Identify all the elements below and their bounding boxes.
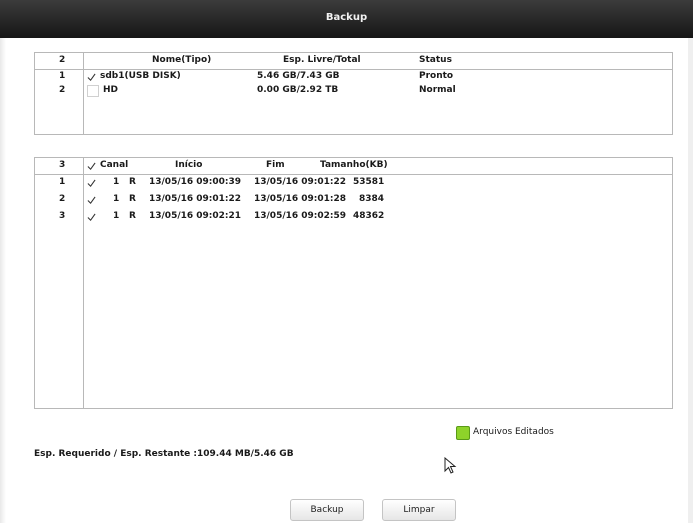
device-count-header: 2 bbox=[59, 55, 66, 65]
row-index: 3 bbox=[59, 211, 66, 221]
select-all-checkbox-icon[interactable] bbox=[87, 162, 96, 171]
checkbox-checked-icon[interactable] bbox=[87, 213, 96, 222]
name-type-header: Nome(Tipo) bbox=[152, 55, 212, 65]
window-title: Backup bbox=[325, 12, 368, 23]
file-count-header: 3 bbox=[59, 160, 66, 170]
device-status: Pronto bbox=[419, 71, 454, 81]
device-status: Normal bbox=[419, 85, 456, 95]
file-size: 53581 bbox=[353, 177, 385, 187]
end-time: 13/05/16 09:01:22 bbox=[254, 177, 347, 187]
record-type: R bbox=[129, 177, 136, 187]
title-bar: Backup bbox=[0, 0, 693, 38]
device-table: 2 Nome(Tipo) Esp. Livre/Total Status 1 s… bbox=[34, 52, 673, 135]
file-size: 8384 bbox=[359, 194, 385, 204]
table-row[interactable]: 2 1 R 13/05/16 09:01:22 13/05/16 09:01:2… bbox=[35, 193, 672, 207]
device-space: 5.46 GB/7.43 GB bbox=[257, 71, 340, 81]
space-header: Esp. Livre/Total bbox=[283, 55, 361, 65]
device-space: 0.00 GB/2.92 TB bbox=[257, 85, 339, 95]
start-header: Início bbox=[175, 160, 203, 170]
start-time: 13/05/16 09:02:21 bbox=[149, 211, 242, 221]
clear-button[interactable]: Limpar bbox=[382, 499, 456, 521]
files-table: 3 Canal Início Fim Tamanho(KB) 1 1 R 13/… bbox=[34, 157, 673, 409]
end-time: 13/05/16 09:02:59 bbox=[254, 211, 347, 221]
end-time: 13/05/16 09:01:28 bbox=[254, 194, 347, 204]
mouse-cursor-icon bbox=[444, 457, 457, 474]
channel-number: 1 bbox=[113, 177, 120, 187]
checkbox-checked-icon[interactable] bbox=[87, 196, 96, 205]
device-table-header: 2 Nome(Tipo) Esp. Livre/Total Status bbox=[35, 53, 672, 70]
row-index: 2 bbox=[59, 194, 66, 204]
size-header: Tamanho(KB) bbox=[320, 160, 388, 170]
checkbox-unchecked[interactable] bbox=[87, 85, 99, 97]
end-header: Fim bbox=[266, 160, 285, 170]
table-row[interactable]: 1 1 R 13/05/16 09:00:39 13/05/16 09:01:2… bbox=[35, 176, 672, 190]
row-index: 1 bbox=[59, 177, 66, 187]
backup-button[interactable]: Backup bbox=[290, 499, 364, 521]
checkbox-checked-icon[interactable] bbox=[87, 179, 96, 188]
table-row[interactable]: 2 HD 0.00 GB/2.92 TB Normal bbox=[35, 84, 672, 98]
frame-right-border bbox=[688, 38, 693, 523]
device-name: sdb1(USB DISK) bbox=[100, 71, 181, 81]
record-type: R bbox=[129, 194, 136, 204]
row-index: 1 bbox=[59, 71, 66, 81]
channel-number: 1 bbox=[113, 194, 120, 204]
record-type: R bbox=[129, 211, 136, 221]
channel-header: Canal bbox=[100, 160, 129, 170]
edited-files-label: Arquivos Editados bbox=[473, 427, 554, 437]
space-info: Esp. Requerido / Esp. Restante :109.44 M… bbox=[34, 449, 294, 459]
status-header: Status bbox=[419, 55, 452, 65]
start-time: 13/05/16 09:00:39 bbox=[149, 177, 242, 187]
device-name: HD bbox=[103, 85, 119, 95]
file-size: 48362 bbox=[353, 211, 385, 221]
start-time: 13/05/16 09:01:22 bbox=[149, 194, 242, 204]
table-row[interactable]: 1 sdb1(USB DISK) 5.46 GB/7.43 GB Pronto bbox=[35, 70, 672, 84]
channel-number: 1 bbox=[113, 211, 120, 221]
frame-left-border bbox=[0, 38, 6, 523]
edited-files-color-swatch bbox=[456, 426, 470, 440]
table-row[interactable]: 3 1 R 13/05/16 09:02:21 13/05/16 09:02:5… bbox=[35, 210, 672, 224]
row-index: 2 bbox=[59, 85, 66, 95]
checkbox-checked-icon[interactable] bbox=[87, 73, 96, 82]
files-table-header: 3 Canal Início Fim Tamanho(KB) bbox=[35, 158, 672, 175]
